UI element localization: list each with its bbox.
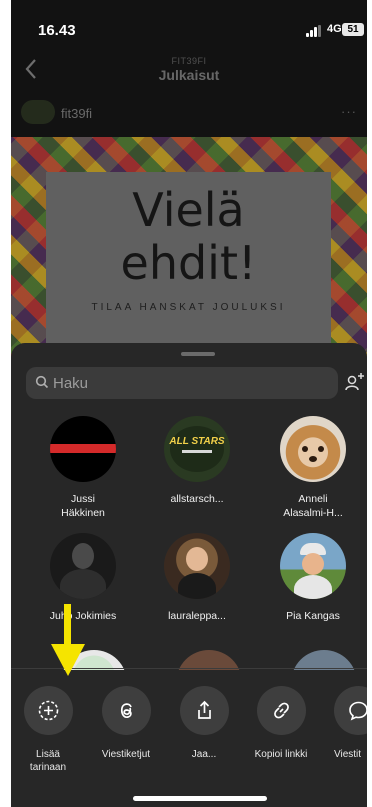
contact-name: allstarsch... [170, 493, 224, 505]
search-input[interactable] [53, 370, 313, 396]
action-label: Viestiketjut [101, 749, 151, 760]
contact-lauraleppa[interactable]: lauraleppa... [142, 533, 252, 623]
avatar [280, 416, 346, 482]
signal-icon [306, 25, 324, 37]
action-label: Lisää [36, 749, 60, 760]
contact-jussi-hakkinen[interactable]: Jussi Häkkinen [28, 416, 138, 520]
action-label: Jaa... [191, 749, 217, 760]
avatar-logo-text: ALL STARS [169, 436, 225, 447]
avatar [50, 416, 116, 482]
contact-name: Häkkinen [61, 507, 105, 519]
contact-anneli[interactable]: Anneli Alasalmi-H... [258, 416, 367, 520]
post-headline-2: ehdit! [120, 236, 257, 290]
contact-name: Jussi [71, 493, 95, 505]
status-time: 16.43 [38, 22, 76, 39]
action-label: tarinaan [29, 762, 67, 773]
contact-allstarsch[interactable]: ALL STARS allstarsch... [142, 416, 252, 506]
network-type: 4G [327, 23, 342, 35]
post-headline-1: Vielä [132, 183, 245, 237]
share-icon [197, 700, 211, 719]
copy-link-button[interactable]: Kopioi linkki [241, 686, 321, 761]
contact-name: Anneli [298, 493, 328, 505]
messages-button[interactable]: Viestit [318, 686, 367, 761]
add-story-icon [38, 700, 58, 721]
contact-pia-kangas[interactable]: Pia Kangas [258, 533, 367, 623]
avatar [50, 533, 116, 599]
sheet-grabber[interactable] [181, 352, 215, 356]
message-icon [348, 701, 367, 721]
battery-icon: 51 [342, 23, 364, 36]
contact-name: Alasalmi-H... [283, 507, 343, 519]
phone-screen: 16.43 4G 51 FIT39FI Julkaisut fit39fi ··… [11, 0, 367, 807]
link-icon [273, 702, 289, 719]
post-avatar[interactable] [21, 100, 55, 124]
threads-button[interactable]: Viestiketjut [86, 686, 166, 761]
more-options-icon[interactable]: ··· [341, 104, 357, 119]
contact-name: lauraleppa... [168, 610, 226, 622]
avatar [280, 533, 346, 599]
threads-icon [120, 703, 132, 718]
avatar [164, 533, 230, 599]
avatar: ALL STARS [164, 416, 230, 482]
add-person-icon[interactable] [344, 370, 366, 394]
search-icon [35, 375, 49, 389]
contact-name: Pia Kangas [286, 610, 340, 622]
header-subtitle: FIT39FI [171, 56, 207, 66]
home-indicator[interactable] [133, 796, 267, 801]
add-to-story-button[interactable]: Lisää tarinaan [11, 686, 88, 774]
action-label: Kopioi linkki [254, 749, 308, 760]
action-label: Viestit [334, 749, 362, 760]
page-title: Julkaisut [158, 67, 220, 83]
status-bar: 16.43 4G 51 [11, 0, 367, 44]
post-tagline: TILAA HANSKAT JOULUKSI [91, 302, 286, 313]
post-username[interactable]: fit39fi [61, 106, 92, 121]
share-button[interactable]: Jaa... [164, 686, 244, 761]
annotation-arrow-icon [51, 604, 85, 676]
